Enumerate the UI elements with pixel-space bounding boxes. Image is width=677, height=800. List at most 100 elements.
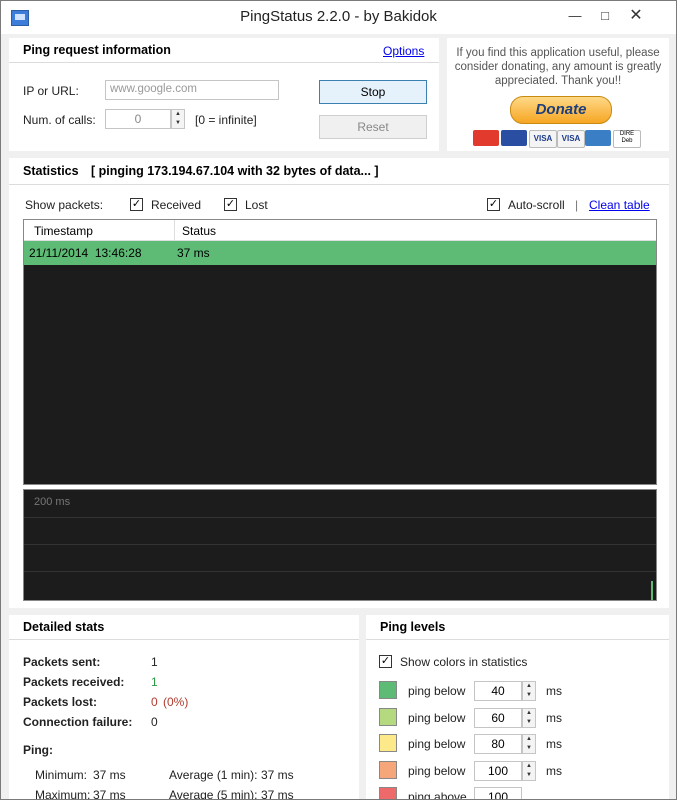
col-status[interactable]: Status	[182, 224, 216, 238]
lost-count-value: 0	[151, 695, 158, 709]
donate-message: If you find this application useful, ple…	[454, 47, 662, 87]
app-window: PingStatus 2.2.0 - by Bakidok — □ ✕ Ping…	[0, 0, 677, 800]
donate-button-label: Donate	[535, 101, 587, 118]
col-timestamp[interactable]: Timestamp	[34, 224, 93, 238]
level-stepper-3[interactable]: ▲ ▼	[522, 734, 536, 754]
reset-button[interactable]: Reset	[319, 115, 427, 139]
statistics-title: Statistics	[23, 164, 79, 178]
minimize-icon[interactable]: —	[560, 1, 590, 31]
level-label-5: ping above	[408, 790, 467, 800]
table-header: Timestamp Status	[24, 220, 656, 241]
level-label-2: ping below	[408, 711, 466, 725]
close-icon[interactable]: ✕	[621, 1, 651, 31]
level-unit-1: ms	[546, 684, 562, 698]
statistics-panel: Statistics [ pinging 173.194.67.104 with…	[9, 158, 669, 608]
level-value-3[interactable]: 80	[474, 734, 522, 754]
level-unit-2: ms	[546, 711, 562, 725]
min-label: Minimum:	[35, 768, 88, 782]
level-unit-3: ms	[546, 737, 562, 751]
calls-hint: [0 = infinite]	[195, 113, 257, 127]
level-color-4[interactable]	[379, 761, 397, 779]
lost-label: Lost	[245, 198, 268, 212]
level-value-5[interactable]: 100	[474, 787, 522, 799]
statistics-header: Statistics [ pinging 173.194.67.104 with…	[9, 158, 669, 185]
avg5-value: 37 ms	[261, 788, 294, 800]
maximize-icon[interactable]: □	[590, 1, 620, 31]
max-label: Maximum:	[35, 788, 91, 800]
detailed-stats-header: Detailed stats	[9, 615, 359, 640]
received-count-value: 1	[151, 675, 158, 689]
ping-request-panel: Ping request information Options IP or U…	[9, 38, 439, 151]
visa-electron-icon: VISA	[557, 130, 585, 148]
ping-levels-panel: Ping levels ✓ Show colors in statistics …	[366, 615, 669, 799]
direct-debit-icon: DIRE Deb	[613, 130, 641, 148]
level-stepper-4[interactable]: ▲ ▼	[522, 761, 536, 781]
table-row[interactable]: 21/11/2014 13:46:28 37 ms	[24, 241, 656, 265]
maestro-icon	[501, 130, 527, 146]
title-bar: PingStatus 2.2.0 - by Bakidok — □ ✕	[1, 1, 676, 34]
amex-icon	[585, 130, 611, 146]
max-value: 37 ms	[93, 788, 126, 800]
lost-count-label: Packets lost:	[23, 695, 98, 709]
avg1-label: Average (1 min):	[169, 768, 258, 782]
graph-ping-bar	[651, 581, 653, 600]
graph-scale-label: 200 ms	[34, 496, 71, 508]
row-timestamp: 21/11/2014 13:46:28	[29, 246, 142, 260]
ping-levels-title: Ping levels	[380, 620, 446, 634]
donate-panel: If you find this application useful, ple…	[447, 38, 669, 151]
level-stepper-2[interactable]: ▲ ▼	[522, 708, 536, 728]
detailed-stats-panel: Detailed stats Packets sent: 1 Packets r…	[9, 615, 359, 799]
level-color-5[interactable]	[379, 787, 397, 799]
failure-value: 0	[151, 715, 158, 729]
show-colors-label: Show colors in statistics	[400, 655, 528, 669]
level-value-2[interactable]: 60	[474, 708, 522, 728]
lost-checkbox[interactable]: ✓	[224, 198, 237, 211]
level-color-3[interactable]	[379, 734, 397, 752]
level-value-1[interactable]: 40	[474, 681, 522, 701]
sent-label: Packets sent:	[23, 655, 101, 669]
avg1-value: 37 ms	[261, 768, 294, 782]
col-divider	[174, 220, 175, 240]
clean-table-link[interactable]: Clean table	[589, 198, 650, 212]
graph-gridline	[24, 571, 656, 572]
received-checkbox[interactable]: ✓	[130, 198, 143, 211]
detailed-stats-title: Detailed stats	[23, 620, 105, 634]
statistics-status: [ pinging 173.194.67.104 with 32 bytes o…	[91, 164, 379, 178]
ping-request-title: Ping request information	[23, 43, 171, 57]
level-unit-4: ms	[546, 764, 562, 778]
ip-label: IP or URL:	[23, 84, 79, 98]
calls-label: Num. of calls:	[23, 113, 96, 127]
options-link[interactable]: Options	[383, 44, 424, 58]
graph-gridline	[24, 544, 656, 545]
sent-value: 1	[151, 655, 158, 669]
level-label-1: ping below	[408, 684, 466, 698]
donate-button[interactable]: Donate	[510, 96, 612, 124]
min-value: 37 ms	[93, 768, 126, 782]
calls-stepper-arrows[interactable]: ▲ ▼	[171, 109, 185, 129]
calls-stepper[interactable]: 0	[105, 109, 171, 129]
visa-icon: VISA	[529, 130, 557, 148]
failure-label: Connection failure:	[23, 715, 133, 729]
stop-button[interactable]: Stop	[319, 80, 427, 104]
level-value-4[interactable]: 100	[474, 761, 522, 781]
ping-request-header: Ping request information Options	[9, 38, 439, 63]
level-stepper-1[interactable]: ▲ ▼	[522, 681, 536, 701]
ping-section-label: Ping:	[23, 743, 53, 757]
ping-graph: 200 ms	[23, 489, 657, 601]
received-label: Received	[151, 198, 202, 212]
show-colors-checkbox[interactable]: ✓	[379, 655, 392, 668]
row-status: 37 ms	[177, 246, 210, 260]
show-packets-label: Show packets:	[25, 198, 104, 212]
autoscroll-label: Auto-scroll	[508, 198, 565, 212]
level-label-3: ping below	[408, 737, 466, 751]
packet-table[interactable]: Timestamp Status 21/11/2014 13:46:28 37 …	[23, 219, 657, 485]
ping-levels-header: Ping levels	[366, 615, 669, 640]
ip-url-input[interactable]: www.google.com	[105, 80, 279, 100]
level-color-2[interactable]	[379, 708, 397, 726]
level-color-1[interactable]	[379, 681, 397, 699]
mastercard-icon	[473, 130, 499, 146]
avg5-label: Average (5 min):	[169, 788, 258, 800]
link-separator: |	[575, 198, 579, 212]
level-label-4: ping below	[408, 764, 466, 778]
autoscroll-checkbox[interactable]: ✓	[487, 198, 500, 211]
